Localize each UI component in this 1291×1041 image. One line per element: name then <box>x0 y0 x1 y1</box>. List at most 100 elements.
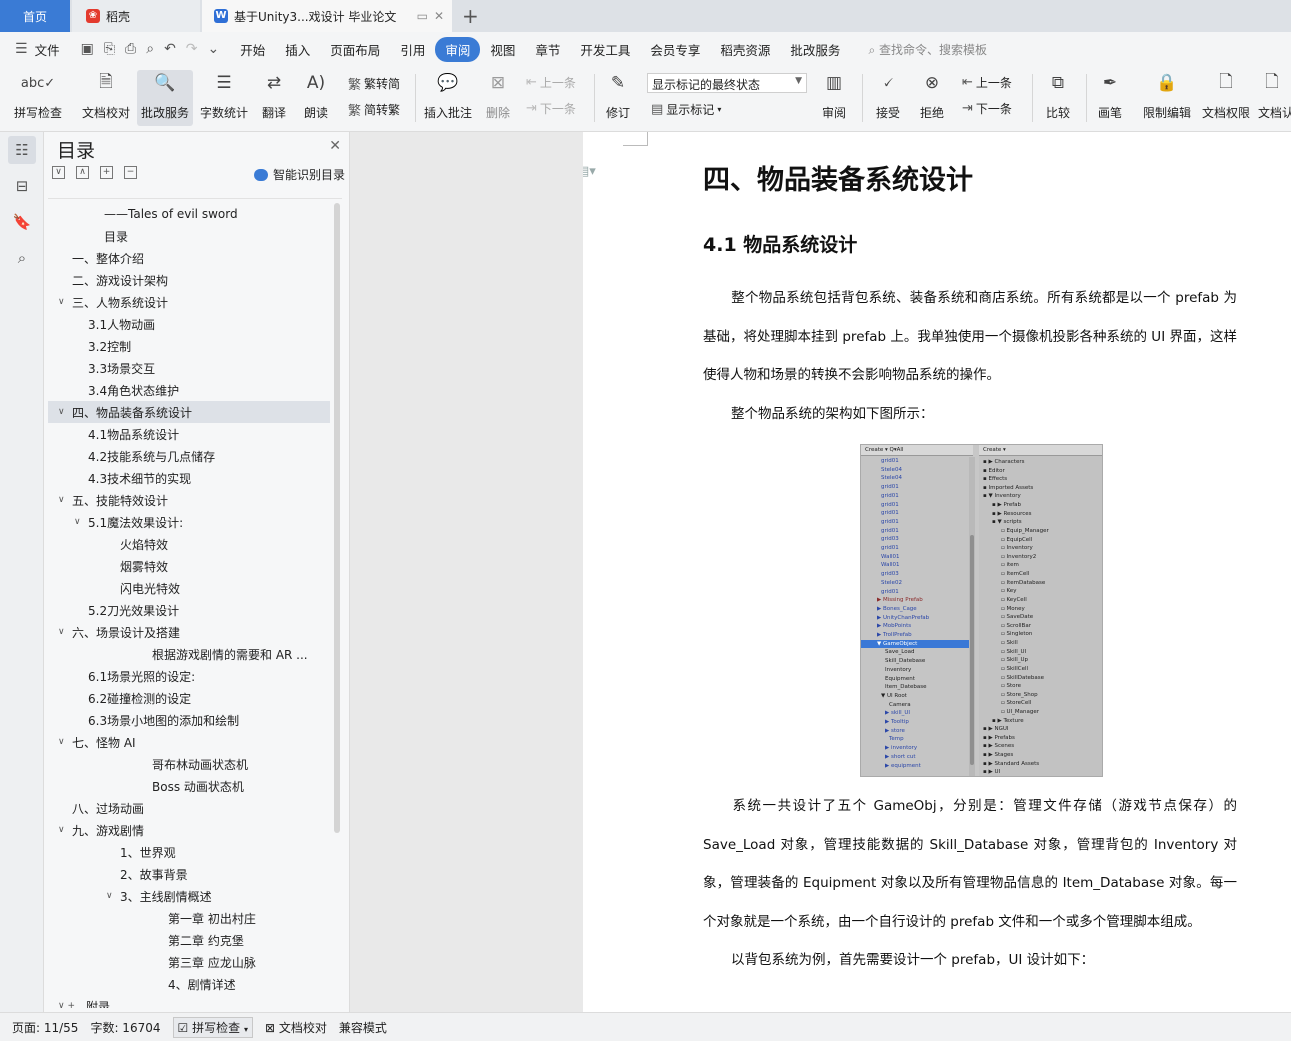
print-preview-icon[interactable]: ⌕ <box>141 41 159 57</box>
read-aloud-button[interactable]: A) 朗读 <box>298 70 334 126</box>
menu-devtools[interactable]: 开发工具 <box>570 37 640 62</box>
spell-check-status[interactable]: ☑ 拼写检查 ▾ <box>172 1016 253 1038</box>
toc-item[interactable]: 4.3技术细节的实现 <box>48 467 330 489</box>
accept-button[interactable]: 🗸 接受 <box>870 70 906 126</box>
spell-check-button[interactable]: abc✓ 拼写检查 <box>10 70 66 126</box>
markup-state-select[interactable]: 显示标记的最终状态 ▼ <box>647 73 807 93</box>
chevron-down-icon[interactable]: ∨ <box>58 825 72 835</box>
menu-chapter[interactable]: 章节 <box>525 37 570 62</box>
menu-view[interactable]: 视图 <box>480 37 525 62</box>
toc-item[interactable]: 根据游戏剧情的需要和 AR ... <box>48 643 330 665</box>
save-icon[interactable]: ▣ <box>76 41 99 57</box>
menu-review[interactable]: 审阅 <box>435 36 481 62</box>
undo-icon[interactable]: ↶ <box>159 41 181 57</box>
toc-item[interactable]: 第一章 初出村庄 <box>48 907 330 929</box>
toc-item[interactable]: ——Tales of evil sword <box>48 203 330 225</box>
toc-item[interactable]: ∨ 三、人物系统设计 <box>48 291 330 313</box>
toc-item[interactable]: 1、世界观 <box>48 841 330 863</box>
menu-file[interactable]: 文件 <box>33 37 70 62</box>
tab-float-icon[interactable]: ▭ <box>417 9 428 23</box>
export-pdf-icon[interactable]: ⎘ <box>99 41 120 57</box>
tab-close-icon[interactable]: ✕ <box>434 9 444 23</box>
toc-item[interactable]: 6.3场景小地图的添加和绘制 <box>48 709 330 731</box>
chevron-down-icon[interactable]: ∨ <box>106 891 120 901</box>
redo-icon[interactable]: ↷ <box>181 41 203 57</box>
toc-item[interactable]: 3.1人物动画 <box>48 313 330 335</box>
pen-button[interactable]: ✒ 画笔 <box>1094 70 1126 126</box>
toc-item[interactable]: ∨ 七、怪物 AI <box>48 731 330 753</box>
toc-item[interactable]: 3.3场景交互 <box>48 357 330 379</box>
menu-daoke-resources[interactable]: 稻壳资源 <box>710 37 780 62</box>
find-icon[interactable]: ⌕ <box>8 244 36 272</box>
new-tab-button[interactable]: + <box>462 4 479 28</box>
toc-item[interactable]: 第二章 约克堡 <box>48 929 330 951</box>
simp-to-trad-button[interactable]: 繁简转繁 <box>348 100 400 119</box>
document-page[interactable]: ▤▾ 四、物品装备系统设计 4.1 物品系统设计 整个物品系统包括背包系统、装备… <box>583 132 1291 1012</box>
toc-item[interactable]: ∨ 3、主线剧情概述 <box>48 885 330 907</box>
toc-item[interactable]: Boss 动画状态机 <box>48 775 330 797</box>
page-indicator[interactable]: 页面: 11/55 <box>12 1019 78 1036</box>
close-icon[interactable]: ✕ <box>329 138 341 154</box>
translate-button[interactable]: ⇄ 翻译 <box>256 70 292 126</box>
prev-change-button[interactable]: ⇤ 上一条 <box>962 74 1012 91</box>
chapter-nav-icon[interactable]: ⊟ <box>8 172 36 200</box>
toc-item[interactable]: 3.2控制 <box>48 335 330 357</box>
menu-insert[interactable]: 插入 <box>275 37 320 62</box>
menu-member[interactable]: 会员专享 <box>640 37 710 62</box>
word-count-button[interactable]: ☰ 字数统计 <box>198 70 250 126</box>
toc-panel-icon[interactable]: ☷ <box>8 136 36 164</box>
print-icon[interactable]: ⎙ <box>120 41 141 57</box>
next-change-button[interactable]: ⇥ 下一条 <box>962 100 1012 117</box>
chevron-down-icon[interactable]: ∨ <box>58 627 72 637</box>
track-changes-button[interactable]: ✎ 修订 <box>600 70 636 126</box>
compare-button[interactable]: ⧉ 比较 <box>1038 70 1078 126</box>
prev-comment-button[interactable]: ⇤ 上一条 <box>526 74 576 91</box>
toc-item[interactable]: 二、游戏设计架构 <box>48 269 330 291</box>
toc-item[interactable]: 3.4角色状态维护 <box>48 379 330 401</box>
menu-review-service[interactable]: 批改服务 <box>780 37 850 62</box>
restrict-editing-button[interactable]: 🔒 限制编辑 <box>1140 70 1194 126</box>
review-service-button[interactable]: 🔍 批改服务 <box>137 70 193 126</box>
toc-item[interactable]: 6.1场景光照的设定: <box>48 665 330 687</box>
toc-item[interactable]: 4、剧情详述 <box>48 973 330 995</box>
tab-home[interactable]: 首页 <box>0 0 70 32</box>
chevron-down-icon[interactable]: ∨ <box>58 495 72 505</box>
hamburger-icon[interactable]: ☰ <box>10 41 33 57</box>
menu-layout[interactable]: 页面布局 <box>320 37 390 62</box>
doc-permission-button[interactable]: 🗋 文档权限 <box>1200 70 1252 126</box>
bookmark-icon[interactable]: 🔖 <box>8 208 36 236</box>
chevron-down-icon[interactable]: ∨ <box>74 517 88 527</box>
toc-item[interactable]: 烟雾特效 <box>48 555 330 577</box>
toc-item[interactable]: 哥布林动画状态机 <box>48 753 330 775</box>
menu-start[interactable]: 开始 <box>230 37 275 62</box>
toc-item[interactable]: 2、故事背景 <box>48 863 330 885</box>
next-comment-button[interactable]: ⇥ 下一条 <box>526 100 576 117</box>
chevron-down-icon[interactable]: ∨ <box>58 407 72 417</box>
command-search[interactable]: ⌕ 查找命令、搜索模板 <box>868 41 987 58</box>
chevron-down-icon[interactable]: ∨ <box>58 737 72 747</box>
toc-item[interactable]: 4.2技能系统与几点储存 <box>48 445 330 467</box>
doc-proof-button[interactable]: 🗎 文档校对 <box>80 70 132 126</box>
toc-item[interactable]: 6.2碰撞检测的设定 <box>48 687 330 709</box>
tab-daoke[interactable]: ❀ 稻壳 <box>72 0 200 32</box>
insert-comment-button[interactable]: 💬 插入批注 <box>422 70 474 126</box>
remove-heading-icon[interactable]: − <box>124 166 137 179</box>
toc-item[interactable]: ∨ 四、物品装备系统设计 <box>48 401 330 423</box>
toc-item[interactable]: ∨ 五、技能特效设计 <box>48 489 330 511</box>
toc-item[interactable]: ∨ 5.1魔法效果设计: <box>48 511 330 533</box>
review-pane-button[interactable]: ▥ 审阅 <box>814 70 854 126</box>
add-heading-icon[interactable]: + <box>100 166 113 179</box>
trad-to-simp-button[interactable]: 繁繁转简 <box>348 74 400 93</box>
doc-cert-button[interactable]: 🗋 文档认 <box>1258 70 1291 126</box>
quick-more-icon[interactable]: ⌄ <box>203 41 225 57</box>
doc-proof-status[interactable]: ⊠ 文档校对 <box>265 1019 327 1036</box>
expand-all-icon[interactable]: ∨ <box>52 166 65 179</box>
toc-item[interactable]: 5.2刀光效果设计 <box>48 599 330 621</box>
toc-item[interactable]: ∨ 九、游戏剧情 <box>48 819 330 841</box>
toc-item[interactable]: ∨ + 附录 <box>48 995 330 1009</box>
tab-document[interactable]: W 基于Unity3...戏设计 毕业论文 ▭ ✕ <box>202 0 452 32</box>
chevron-down-icon[interactable]: ∨ + <box>58 1001 86 1008</box>
toc-item[interactable]: ∨ 六、场景设计及搭建 <box>48 621 330 643</box>
toc-item[interactable]: 火焰特效 <box>48 533 330 555</box>
reject-button[interactable]: ⊗ 拒绝 <box>914 70 950 126</box>
